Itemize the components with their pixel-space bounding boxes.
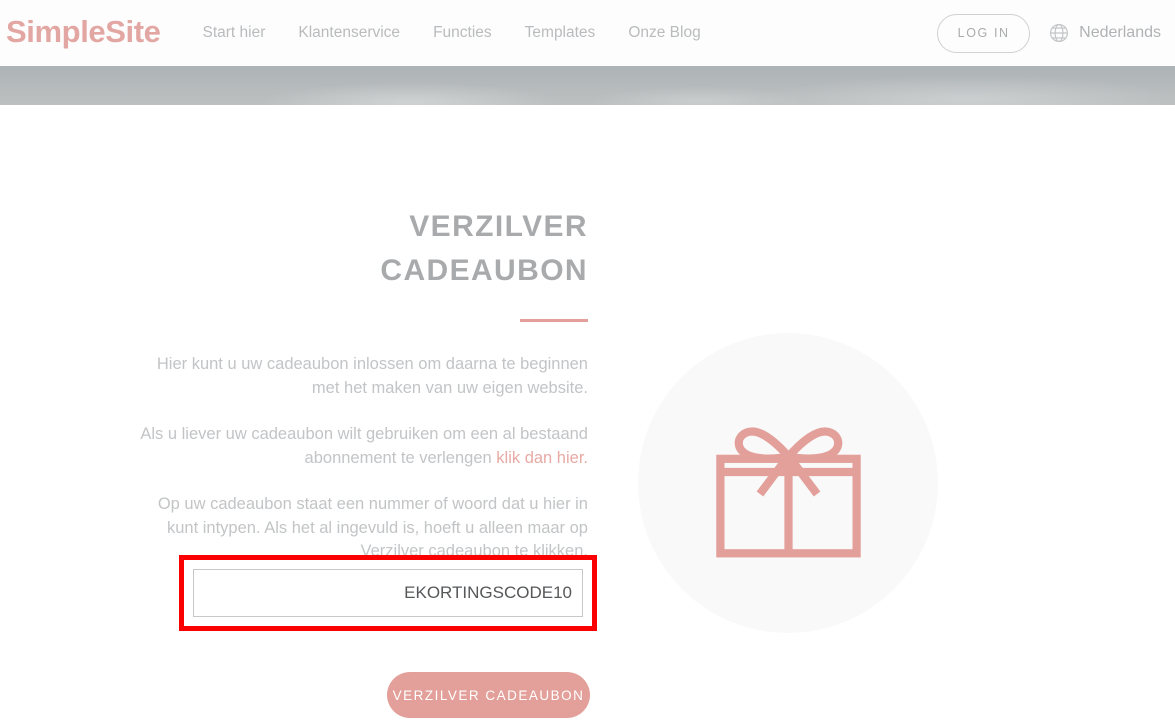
main-content: VERZILVER CADEAUBON Hier kunt u uw cadea…: [0, 105, 1175, 724]
nav-item-functies[interactable]: Functies: [433, 25, 492, 41]
title-underline-rule: [520, 319, 588, 322]
instructions-paragraph: Op uw cadeaubon staat een nummer of woor…: [157, 495, 588, 560]
banner-cloud: [760, 76, 1175, 105]
coupon-input-highlight-box: [179, 555, 597, 631]
redeem-coupon-button[interactable]: VERZILVER CADEAUBON: [387, 672, 590, 718]
language-label: Nederlands: [1079, 24, 1161, 41]
intro-paragraph: Hier kunt u uw cadeaubon inlossen om daa…: [156, 355, 588, 397]
redeem-panel: VERZILVER CADEAUBON Hier kunt u uw cadea…: [140, 105, 588, 564]
renew-subscription-link[interactable]: klik dan hier.: [496, 449, 588, 467]
nav-item-templates[interactable]: Templates: [525, 25, 596, 41]
page-title-line-1: VERZILVER: [409, 210, 588, 243]
nav-item-onze-blog[interactable]: Onze Blog: [628, 25, 700, 41]
renew-paragraph: Als u liever uw cadeaubon wilt gebruiken…: [140, 423, 588, 470]
main-navigation: Start hier Klantenservice Functies Templ…: [203, 25, 701, 41]
gift-box-icon: [715, 408, 861, 558]
login-button[interactable]: LOG IN: [937, 13, 1031, 53]
site-logo[interactable]: SimpleSite: [6, 16, 161, 51]
nav-item-klantenservice[interactable]: Klantenservice: [298, 25, 400, 41]
banner-cloud: [260, 82, 560, 105]
gift-illustration: [638, 333, 938, 633]
banner-cloud: [590, 86, 810, 105]
nav-item-start-hier[interactable]: Start hier: [203, 25, 266, 41]
page-title: VERZILVER CADEAUBON: [140, 205, 588, 293]
language-selector[interactable]: Nederlands: [1048, 22, 1161, 44]
coupon-code-input[interactable]: [193, 569, 583, 617]
header-actions: LOG IN Nederlands: [937, 0, 1161, 66]
hero-banner-image: [0, 66, 1175, 105]
page-title-line-2: CADEAUBON: [380, 254, 588, 287]
globe-icon: [1048, 22, 1070, 44]
site-header: SimpleSite Start hier Klantenservice Fun…: [0, 0, 1175, 66]
